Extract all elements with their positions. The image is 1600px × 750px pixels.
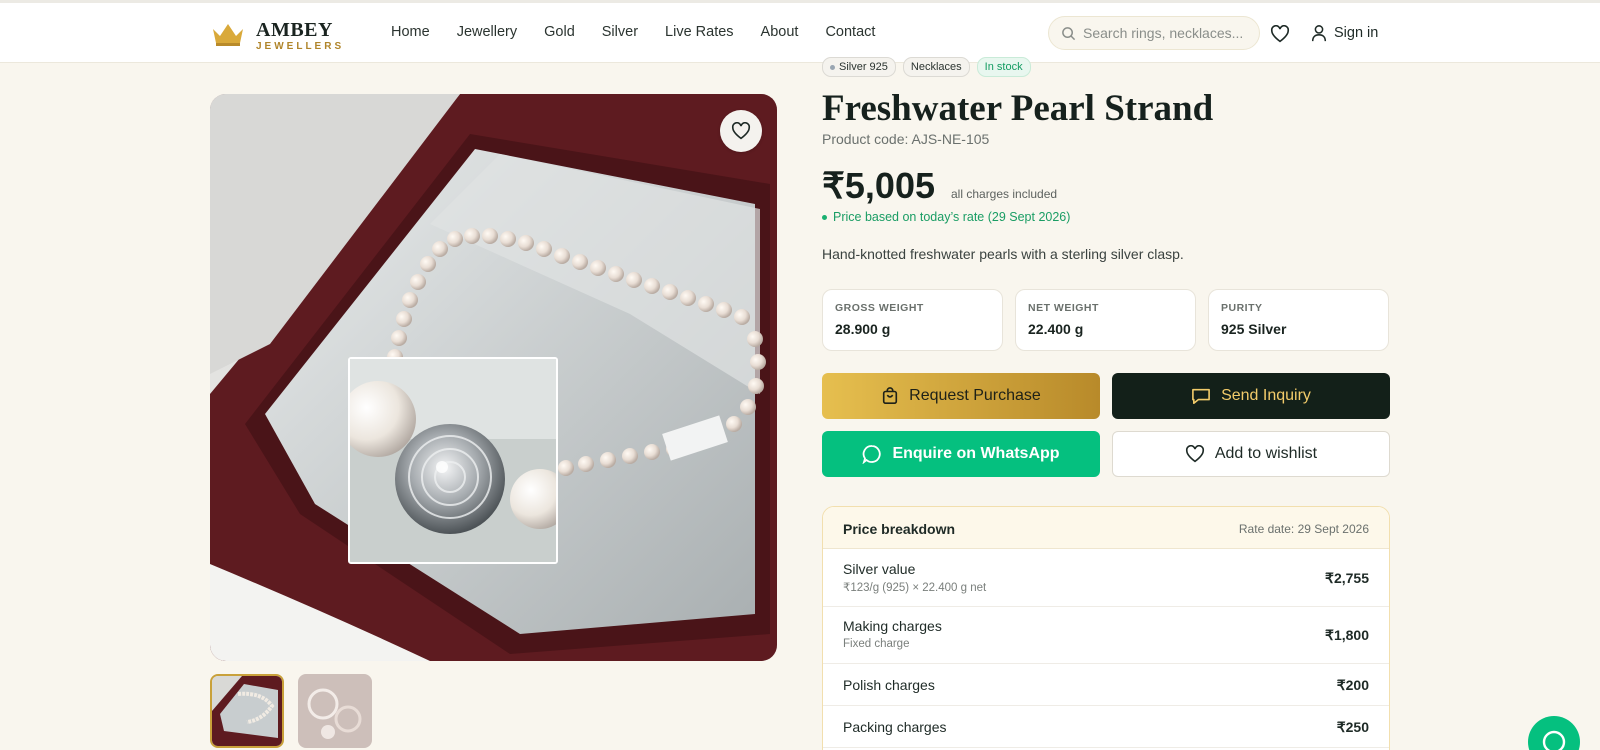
shopping-bag-icon xyxy=(883,387,898,405)
breakdown-row: Making charges Fixed charge ₹1,800 xyxy=(823,607,1389,664)
send-inquiry-button[interactable]: Send Inquiry xyxy=(1112,373,1390,419)
breakdown-row: Silver value ₹123/g (925) × 22.400 g net… xyxy=(823,549,1389,607)
breakdown-row-sub: Fixed charge xyxy=(843,638,910,650)
chat-button[interactable] xyxy=(1528,716,1580,750)
rate-dot xyxy=(822,214,827,220)
nav-home[interactable]: Home xyxy=(391,24,430,40)
product-description: Hand-knotted freshwater pearls with a st… xyxy=(822,246,1184,262)
message-icon xyxy=(1192,388,1210,405)
product-code: Product code: AJS-NE-105 xyxy=(822,131,990,147)
brand-logo[interactable]: AMBEY JEWELLERS xyxy=(211,17,361,57)
nav-silver[interactable]: Silver xyxy=(602,24,638,40)
tag-dot xyxy=(830,64,835,70)
nav-live-rates[interactable]: Live Rates xyxy=(665,24,734,40)
spec-label: NET WEIGHT xyxy=(1028,302,1099,314)
breakdown-row-amount: ₹250 xyxy=(1336,719,1369,735)
site-header: AMBEY JEWELLERS Home Jewellery Gold Silv… xyxy=(0,3,1600,63)
price-note: all charges included xyxy=(951,187,1058,201)
rate-note: Price based on today’s rate (29 Sept 202… xyxy=(822,210,1070,224)
heart-icon xyxy=(1185,445,1204,463)
search-icon xyxy=(1062,27,1076,41)
request-purchase-button[interactable]: Request Purchase xyxy=(822,373,1100,419)
thumbnail-1[interactable] xyxy=(210,674,284,748)
add-to-wishlist-label: Add to wishlist xyxy=(1214,445,1318,462)
image-favorite-button[interactable] xyxy=(720,110,762,152)
product-tags: Silver 925 Necklaces In stock xyxy=(822,57,1031,77)
product-title: Freshwater Pearl Strand xyxy=(822,88,1214,129)
spec-net-weight: NET WEIGHT 22.400 g xyxy=(1015,289,1196,351)
heart-icon xyxy=(731,122,751,140)
breakdown-row-amount: ₹200 xyxy=(1336,677,1369,693)
chat-icon xyxy=(1542,730,1566,750)
spec-gross-weight: GROSS WEIGHT 28.900 g xyxy=(822,289,1003,351)
nav-about[interactable]: About xyxy=(761,24,799,40)
search-box xyxy=(1048,16,1260,50)
brand-name: AMBEY xyxy=(256,19,333,41)
breakdown-row: Polish charges ₹200 xyxy=(823,664,1389,706)
breakdown-row-amount: ₹2,755 xyxy=(1325,570,1369,586)
brand-tagline: JEWELLERS xyxy=(256,41,345,52)
clasp-zoom-image xyxy=(350,359,556,562)
price-breakdown: Price breakdown Rate date: 29 Sept 2026 … xyxy=(822,506,1390,750)
product-price: ₹5,005 xyxy=(822,165,935,206)
add-to-wishlist-button[interactable]: Add to wishlist xyxy=(1112,431,1390,477)
tag-stock: In stock xyxy=(976,57,1031,77)
breakdown-row-sub: ₹123/g (925) × 22.400 g net xyxy=(843,582,987,594)
breakdown-row-name: Polish charges xyxy=(843,677,935,693)
spec-label: GROSS WEIGHT xyxy=(835,302,924,314)
user-icon xyxy=(1311,25,1327,42)
thumbnail-jewellery-image xyxy=(298,674,372,748)
breakdown-header: Price breakdown Rate date: 29 Sept 2026 xyxy=(823,507,1389,549)
zoom-lens xyxy=(348,357,558,564)
main-nav: Home Jewellery Gold Silver Live Rates Ab… xyxy=(391,24,902,40)
tag-metal: Silver 925 xyxy=(822,57,896,77)
request-purchase-label: Request Purchase xyxy=(909,387,1041,404)
spec-value: 22.400 g xyxy=(1028,321,1084,337)
spec-value: 925 Silver xyxy=(1221,321,1287,337)
breakdown-rate-date: Rate date: 29 Sept 2026 xyxy=(1238,522,1369,536)
nav-jewellery[interactable]: Jewellery xyxy=(457,24,517,40)
breakdown-row-amount: ₹1,800 xyxy=(1325,627,1369,643)
thumbnail-2[interactable] xyxy=(298,674,372,748)
signin-link[interactable]: Sign in xyxy=(1310,24,1378,42)
spec-label: PURITY xyxy=(1221,302,1263,314)
whatsapp-button[interactable]: Enquire on WhatsApp xyxy=(822,431,1100,477)
whatsapp-label: Enquire on WhatsApp xyxy=(892,445,1060,462)
thumbnail-pearl-image xyxy=(212,676,282,746)
whatsapp-icon xyxy=(862,445,882,464)
breakdown-row: Packing charges ₹250 xyxy=(823,706,1389,748)
send-inquiry-label: Send Inquiry xyxy=(1221,387,1311,404)
rate-note-text: Price based on today’s rate (29 Sept 202… xyxy=(833,210,1071,224)
crown-icon xyxy=(213,24,243,46)
breakdown-row-name: Packing charges xyxy=(843,719,947,735)
signin-label: Sign in xyxy=(1334,25,1379,41)
tag-metal-label: Silver 925 xyxy=(839,61,888,73)
search-input[interactable] xyxy=(1083,17,1255,49)
nav-contact[interactable]: Contact xyxy=(825,24,875,40)
breakdown-row-name: Silver value xyxy=(843,561,916,577)
heart-icon[interactable] xyxy=(1270,25,1290,43)
breakdown-title: Price breakdown xyxy=(843,521,956,537)
breakdown-row-name: Making charges xyxy=(843,618,942,634)
spec-purity: PURITY 925 Silver xyxy=(1208,289,1389,351)
spec-value: 28.900 g xyxy=(835,321,891,337)
nav-gold[interactable]: Gold xyxy=(544,24,575,40)
tag-category: Necklaces xyxy=(902,57,970,77)
